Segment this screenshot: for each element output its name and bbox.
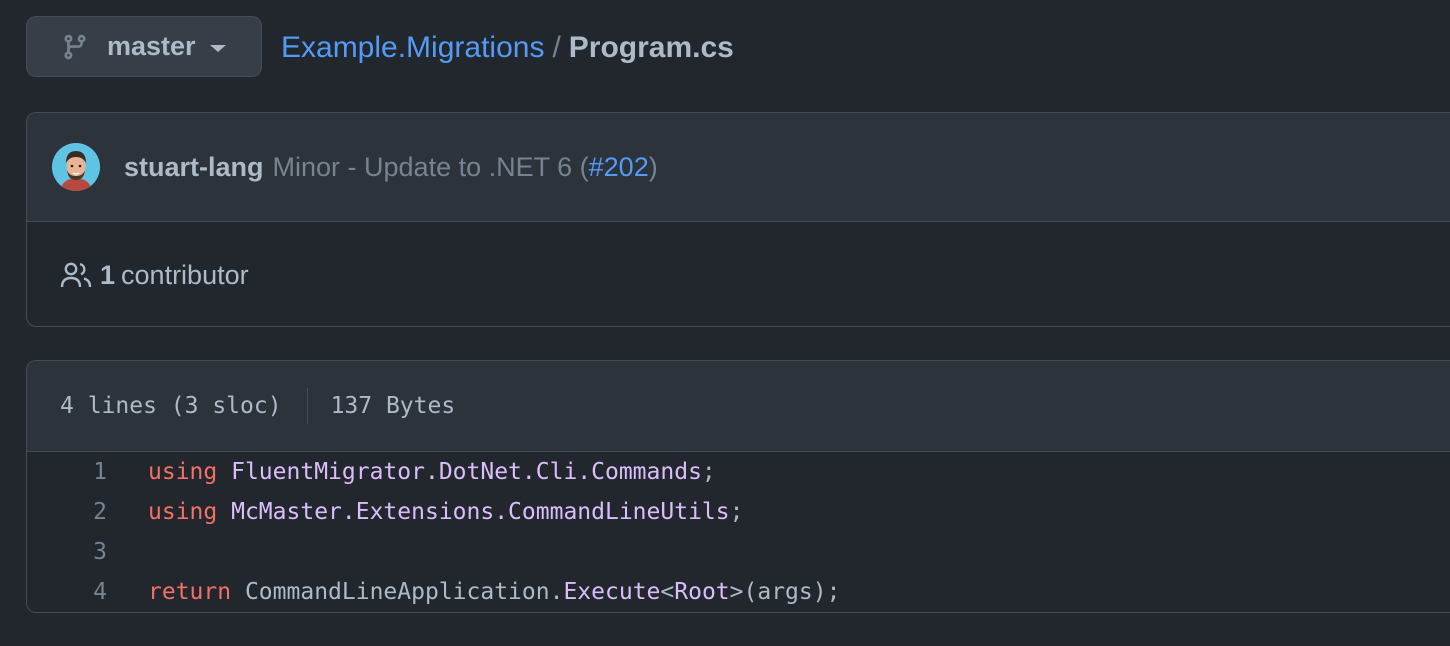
git-branch-icon bbox=[61, 33, 89, 61]
file-line-count: 4 lines (3 sloc) bbox=[60, 393, 282, 419]
code-method: Execute bbox=[563, 579, 661, 605]
contributor-label: contributor bbox=[121, 259, 249, 290]
code-keyword: using bbox=[148, 499, 218, 525]
file-info-divider bbox=[306, 388, 308, 424]
commit-author-link[interactable]: stuart-lang bbox=[124, 152, 264, 183]
code-keyword: using bbox=[148, 459, 218, 485]
latest-commit-row: stuart-lang Minor - Update to .NET 6 (#2… bbox=[27, 113, 1450, 222]
code-text: using McMaster.Extensions.CommandLineUti… bbox=[148, 499, 743, 525]
file-viewer: 4 lines (3 sloc) 137 Bytes 1 using Fluen… bbox=[26, 360, 1450, 613]
file-info-header: 4 lines (3 sloc) 137 Bytes bbox=[27, 361, 1450, 452]
code-args: (args); bbox=[743, 579, 841, 605]
code-line: 4 return CommandLineApplication.Execute<… bbox=[27, 572, 1450, 612]
file-size: 137 Bytes bbox=[330, 393, 456, 419]
code-namespace: McMaster.Extensions.CommandLineUtils bbox=[231, 499, 730, 525]
commit-message-text[interactable]: Minor - Update to .NET 6 ( bbox=[273, 152, 589, 182]
code-punctuation: ; bbox=[701, 459, 716, 485]
line-number[interactable]: 2 bbox=[27, 499, 107, 525]
code-generic-type: Root bbox=[674, 579, 730, 605]
commit-message-suffix: ) bbox=[648, 151, 658, 182]
commit-message: Minor - Update to .NET 6 (#202) bbox=[273, 152, 658, 183]
pull-request-link[interactable]: #202 bbox=[589, 152, 649, 182]
latest-commit-box: stuart-lang Minor - Update to .NET 6 (#2… bbox=[26, 112, 1450, 327]
code-namespace: FluentMigrator.DotNet.Cli.Commands bbox=[231, 459, 702, 485]
code-generic-close: > bbox=[729, 579, 744, 605]
branch-name: master bbox=[107, 31, 196, 61]
code-block: 1 using FluentMigrator.DotNet.Cli.Comman… bbox=[27, 452, 1450, 612]
code-text: using FluentMigrator.DotNet.Cli.Commands… bbox=[148, 459, 716, 485]
code-line: 1 using FluentMigrator.DotNet.Cli.Comman… bbox=[27, 452, 1450, 492]
code-identifier: CommandLineApplication. bbox=[244, 579, 564, 605]
code-line: 3 bbox=[27, 532, 1450, 572]
avatar[interactable] bbox=[52, 143, 100, 191]
breadcrumb: Example.Migrations / Program.cs bbox=[281, 28, 734, 68]
code-punctuation: ; bbox=[729, 499, 744, 525]
contributor-count: 1 bbox=[100, 259, 116, 290]
line-number[interactable]: 4 bbox=[27, 579, 107, 605]
code-text: return CommandLineApplication.Execute<Ro… bbox=[148, 579, 840, 605]
line-number[interactable]: 1 bbox=[27, 459, 107, 485]
code-generic-open: < bbox=[660, 579, 675, 605]
caret-down-icon bbox=[209, 45, 226, 52]
contributors-row[interactable]: 1 contributor bbox=[27, 222, 1450, 326]
breadcrumb-file-name: Program.cs bbox=[568, 31, 734, 64]
people-icon bbox=[60, 261, 92, 289]
branch-selector-button[interactable]: master bbox=[26, 16, 262, 77]
code-line: 2 using McMaster.Extensions.CommandLineU… bbox=[27, 492, 1450, 532]
line-number[interactable]: 3 bbox=[27, 539, 107, 565]
breadcrumb-separator: / bbox=[552, 31, 561, 64]
breadcrumb-repo-link[interactable]: Example.Migrations bbox=[281, 31, 544, 64]
code-keyword: return bbox=[148, 579, 232, 605]
